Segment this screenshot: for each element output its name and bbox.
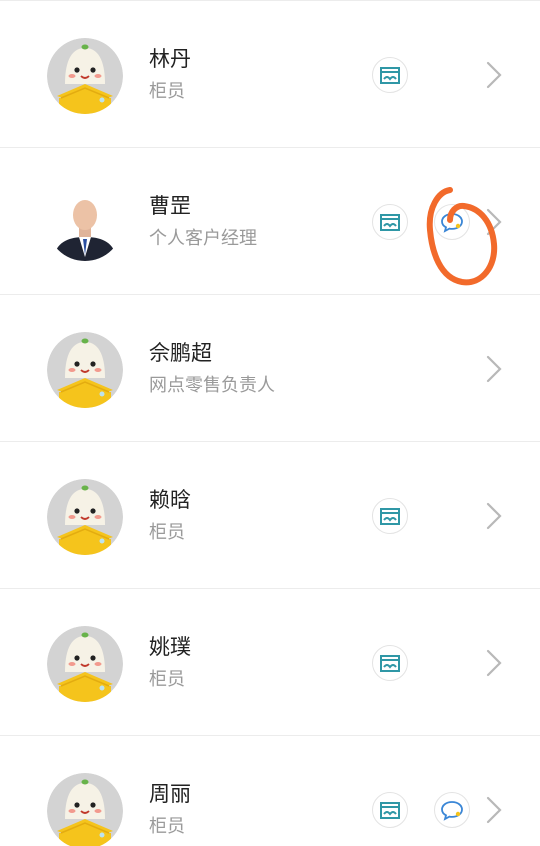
store-icon [380, 214, 400, 231]
staff-row[interactable]: 赖晗 柜员 [0, 442, 540, 589]
staff-name: 曹罡 [149, 194, 191, 218]
chat-bubble-icon [441, 801, 463, 821]
staff-row[interactable]: 姚璞 柜员 [0, 589, 540, 736]
staff-row[interactable]: 林丹 柜员 [0, 1, 540, 148]
chevron-right-icon [486, 796, 502, 824]
staff-role: 个人客户经理 [149, 228, 257, 249]
store-button[interactable] [372, 204, 408, 240]
staff-name: 赖晗 [149, 488, 191, 512]
mascot-avatar [47, 773, 123, 846]
chevron-right-icon [486, 355, 502, 383]
staff-role: 柜员 [149, 669, 185, 690]
staff-name: 姚璞 [149, 635, 191, 659]
store-button[interactable] [372, 498, 408, 534]
staff-role: 柜员 [149, 522, 185, 543]
staff-role: 柜员 [149, 816, 185, 837]
store-button[interactable] [372, 792, 408, 828]
staff-name: 佘鹏超 [149, 341, 212, 365]
mascot-avatar [47, 479, 123, 555]
mascot-avatar [47, 626, 123, 702]
chevron-right-icon [486, 502, 502, 530]
chat-button[interactable] [434, 204, 470, 240]
staff-row[interactable]: 周丽 柜员 [0, 736, 540, 846]
store-button[interactable] [372, 57, 408, 93]
store-icon [380, 67, 400, 84]
chevron-right-icon [486, 649, 502, 677]
chevron-right-icon [486, 61, 502, 89]
store-icon [380, 508, 400, 525]
staff-role: 柜员 [149, 81, 185, 102]
staff-row[interactable]: 佘鹏超 网点零售负责人 [0, 295, 540, 442]
chat-button[interactable] [434, 792, 470, 828]
store-button[interactable] [372, 645, 408, 681]
staff-name: 周丽 [149, 782, 191, 806]
chat-bubble-icon [441, 213, 463, 233]
photo-avatar [47, 185, 123, 261]
mascot-avatar [47, 332, 123, 408]
store-icon [380, 655, 400, 672]
staff-role: 网点零售负责人 [149, 375, 275, 396]
mascot-avatar [47, 38, 123, 114]
staff-list: 林丹 柜员 曹罡 个人客户经理 佘鹏超 网点零售负责人 赖晗 柜员 姚璞 柜员 … [0, 0, 540, 846]
staff-row[interactable]: 曹罡 个人客户经理 [0, 148, 540, 295]
chevron-right-icon [486, 208, 502, 236]
store-icon [380, 802, 400, 819]
staff-name: 林丹 [149, 47, 191, 71]
